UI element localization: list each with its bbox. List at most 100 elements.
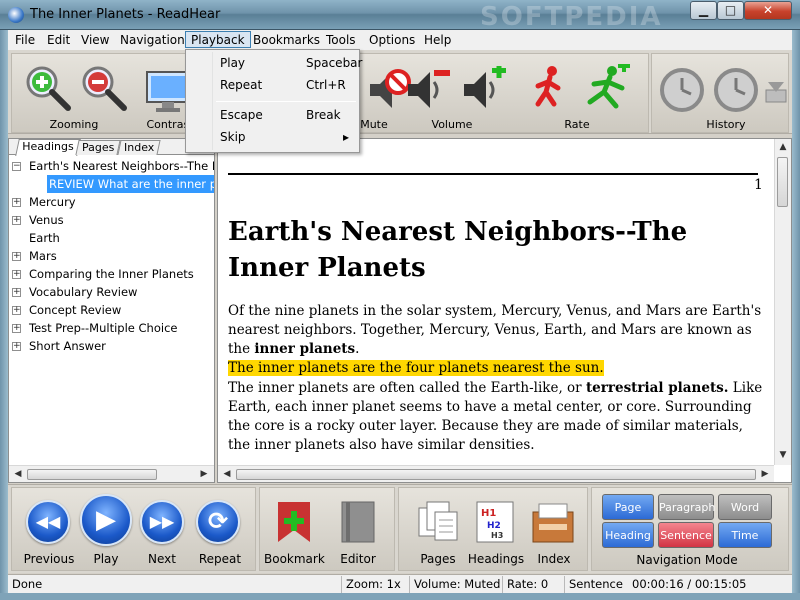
tree-item[interactable]: + Comparing the Inner Planets	[9, 265, 214, 283]
tree-item[interactable]: + Mars	[9, 247, 214, 265]
tree-item[interactable]: + Mercury	[9, 193, 214, 211]
expand-icon[interactable]: +	[12, 216, 21, 225]
menu-edit[interactable]: Edit	[42, 32, 75, 49]
menu-help[interactable]: Help	[419, 32, 456, 49]
title-bar[interactable]: The Inner Planets - ReadHear SOFTPEDIA ▁…	[0, 0, 800, 32]
volume-down-icon[interactable]	[404, 66, 452, 114]
navigation-mode-group: Page Paragraph Word Heading Sentence Tim…	[591, 487, 789, 571]
scroll-left-icon[interactable]: ◀	[11, 468, 25, 481]
history-download-icon[interactable]	[764, 76, 788, 104]
headings-tree: − Earth's Nearest Neighbors--The Inner P…	[9, 157, 214, 355]
document-view[interactable]: 1 Earth's Nearest Neighbors--The Inner P…	[217, 138, 792, 483]
scroll-thumb[interactable]	[236, 469, 756, 480]
svg-text:H1: H1	[481, 508, 496, 519]
menu-playback[interactable]: Playback	[185, 31, 251, 48]
tree-item[interactable]: + Vocabulary Review	[9, 283, 214, 301]
headings-icon[interactable]: H1 H2 H3	[471, 498, 519, 546]
rate-slower-icon[interactable]	[526, 64, 574, 112]
menu-bar: File Edit View Navigation Playback Bookm…	[8, 30, 792, 50]
status-time: 00:00:16 / 00:15:05	[632, 577, 747, 591]
expand-icon[interactable]: +	[12, 306, 21, 315]
mode-page-button[interactable]: Page	[602, 494, 654, 520]
scroll-right-icon[interactable]: ▶	[197, 468, 211, 481]
expand-icon[interactable]: +	[12, 198, 21, 207]
history-back-icon[interactable]	[658, 66, 706, 114]
menu-item-escape[interactable]: Escape Break	[188, 105, 357, 125]
watermark: SOFTPEDIA	[480, 2, 663, 32]
toolbar: Zooming Contrast Mute Volume Rate Histor…	[8, 50, 792, 134]
document-heading: Earth's Nearest Neighbors--The Inner Pla…	[228, 217, 688, 283]
scroll-right-icon[interactable]: ▶	[758, 468, 772, 481]
tree-item[interactable]: + Short Answer	[9, 337, 214, 355]
window-title: The Inner Planets - ReadHear	[30, 7, 221, 22]
history-forward-icon[interactable]	[712, 66, 760, 114]
document-vertical-scrollbar[interactable]: ▲ ▼	[774, 139, 791, 465]
app-icon[interactable]	[8, 7, 24, 23]
menu-navigation[interactable]: Navigation	[115, 32, 190, 49]
tree-horizontal-scrollbar[interactable]: ◀ ▶	[9, 465, 214, 482]
headings-label: Headings	[467, 552, 525, 566]
scroll-thumb[interactable]	[777, 157, 788, 207]
scroll-up-icon[interactable]: ▲	[776, 141, 790, 154]
collapse-icon[interactable]: −	[12, 162, 21, 171]
tree-item[interactable]: + Test Prep--Multiple Choice	[9, 319, 214, 337]
tree-item[interactable]: + Venus	[9, 211, 214, 229]
mode-word-button[interactable]: Word	[718, 494, 772, 520]
rate-faster-icon[interactable]	[582, 64, 630, 112]
status-bar: Done Zoom: 1x Volume: Muted Rate: 0 Sent…	[8, 574, 792, 593]
scroll-down-icon[interactable]: ▼	[776, 449, 790, 462]
status-zoom: Zoom: 1x	[341, 576, 405, 593]
mode-paragraph-button[interactable]: Paragraph	[658, 494, 715, 520]
navigation-mode-label: Navigation Mode	[636, 553, 738, 567]
add-bookmark-icon[interactable]	[270, 498, 318, 546]
mode-heading-button[interactable]: Heading	[602, 522, 654, 548]
paragraph-1: Of the nine planets in the solar system,…	[228, 303, 762, 376]
navigation-tabs: Headings Pages Index	[9, 139, 214, 156]
close-button[interactable]: ✕	[744, 1, 792, 20]
editor-icon[interactable]	[334, 498, 382, 546]
paragraph-2: The inner planets are often called the E…	[228, 380, 763, 453]
menu-bookmarks[interactable]: Bookmarks	[248, 32, 325, 49]
mode-sentence-button[interactable]: Sentence	[658, 522, 714, 548]
menu-options[interactable]: Options	[364, 32, 420, 49]
current-sentence-highlight: The inner planets are the four planets n…	[228, 360, 604, 376]
mode-time-button[interactable]: Time	[718, 522, 772, 548]
scroll-thumb[interactable]	[27, 469, 157, 480]
tab-index[interactable]: Index	[117, 140, 161, 155]
tree-item[interactable]: REVIEW What are the inner planets?	[9, 175, 214, 193]
expand-icon[interactable]: +	[12, 324, 21, 333]
expand-icon[interactable]: +	[12, 342, 21, 351]
repeat-button[interactable]: ⟳	[196, 500, 240, 544]
play-button[interactable]: ▶	[80, 494, 132, 546]
menu-view[interactable]: View	[76, 32, 114, 49]
play-label: Play	[93, 552, 119, 566]
bookmark-label: Bookmark	[264, 552, 325, 566]
expand-icon[interactable]: +	[12, 270, 21, 279]
tab-pages[interactable]: Pages	[75, 140, 121, 155]
menu-file[interactable]: File	[10, 32, 40, 49]
zoom-out-icon[interactable]	[80, 64, 128, 112]
tree-item[interactable]: Earth	[9, 229, 214, 247]
tree-item[interactable]: + Concept Review	[9, 301, 214, 319]
scroll-left-icon[interactable]: ◀	[220, 468, 234, 481]
menu-item-repeat[interactable]: Repeat Ctrl+R	[188, 75, 357, 95]
expand-icon[interactable]: +	[12, 252, 21, 261]
menu-item-play[interactable]: Play Spacebar	[188, 53, 362, 73]
expand-icon[interactable]: +	[12, 288, 21, 297]
pages-icon[interactable]	[413, 498, 461, 546]
minimize-button[interactable]: ▁	[690, 1, 717, 20]
tab-headings[interactable]: Headings	[15, 139, 81, 156]
index-icon[interactable]	[529, 498, 577, 546]
document-horizontal-scrollbar[interactable]: ◀ ▶	[218, 465, 774, 482]
playback-dropdown-menu: Play Spacebar Repeat Ctrl+R Escape Break…	[185, 49, 362, 153]
menu-tools[interactable]: Tools	[321, 32, 361, 49]
previous-button[interactable]: ◀◀	[26, 500, 70, 544]
menu-item-skip[interactable]: Skip ▸	[188, 127, 357, 147]
tree-item[interactable]: − Earth's Nearest Neighbors--The Inner P…	[9, 157, 214, 175]
volume-up-icon[interactable]	[460, 66, 508, 114]
pages-label: Pages	[420, 552, 456, 566]
next-button[interactable]: ▶▶	[140, 500, 184, 544]
maximize-button[interactable]: □	[717, 1, 744, 20]
history-label: History	[706, 118, 746, 131]
zoom-in-icon[interactable]	[24, 64, 72, 112]
